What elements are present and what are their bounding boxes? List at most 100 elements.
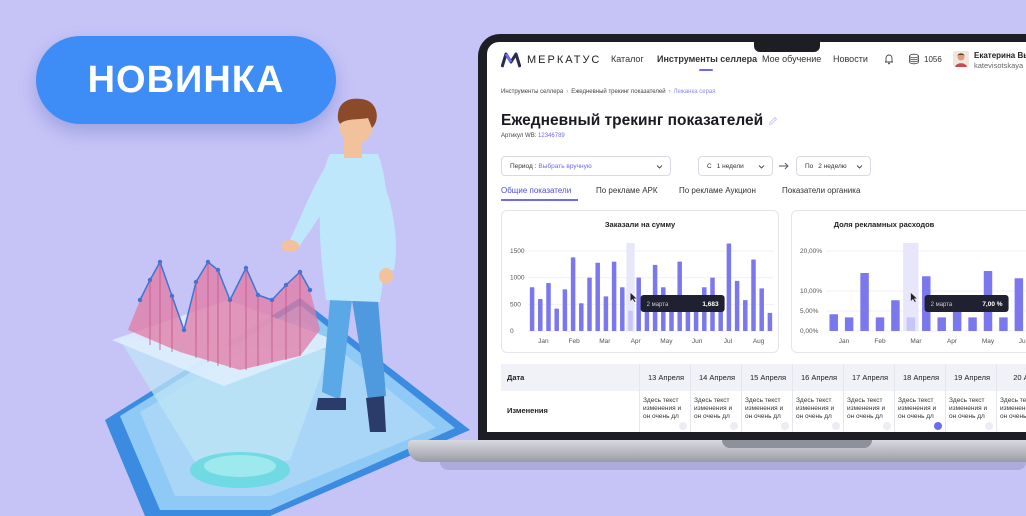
breadcrumb: Инструменты селлера › Ежедневный трекинг п… — [501, 89, 716, 95]
pencil-icon[interactable] — [768, 116, 778, 126]
bar — [968, 317, 977, 331]
to-label: По — [805, 162, 814, 170]
orders-chart-card: Заказали на сумму 0 500 1000 1500 Jan Feb Mar A… — [501, 210, 779, 353]
bar — [628, 310, 633, 331]
period-label: Период : — [510, 162, 537, 170]
x-tick-label: Mar — [910, 338, 922, 345]
x-tick-label: Apr — [947, 338, 958, 345]
tab-organic[interactable]: Показатели органика — [782, 186, 860, 195]
nav-my-learning[interactable]: Мое обучение — [762, 54, 821, 64]
edit-cell-icon[interactable] — [730, 422, 738, 430]
tooltip-label: 2 марта — [931, 302, 953, 308]
nav-active-indicator — [699, 69, 713, 71]
x-tick-label: Feb — [874, 338, 886, 345]
tooltip-value: 7,00 % — [982, 301, 1002, 308]
date-column-header: 15 Апреля — [749, 373, 787, 382]
tooltip-value: 1,683 — [702, 301, 719, 308]
logo[interactable]: МЕРКАТУС — [501, 52, 601, 68]
bar — [562, 289, 568, 331]
tab-apk-ads[interactable]: По рекламе АРК — [596, 186, 658, 195]
bar — [570, 257, 576, 331]
logo-text: МЕРКАТУС — [527, 54, 602, 66]
y-tick-label: 0,00% — [800, 328, 819, 335]
x-tick-label: Jan — [839, 338, 850, 345]
bar — [611, 261, 617, 331]
edit-cell-icon[interactable] — [679, 422, 687, 430]
laptop-shadow — [440, 462, 1026, 470]
bar — [767, 312, 773, 331]
bar — [693, 309, 699, 331]
chevron-down-icon — [856, 165, 863, 169]
edit-cell-icon[interactable] — [883, 422, 891, 430]
chevron-down-icon — [656, 165, 663, 169]
from-value: 1 недели — [716, 162, 744, 170]
bar — [999, 317, 1008, 331]
changes-row-label: Изменения — [507, 406, 548, 415]
bar — [860, 273, 869, 331]
bar — [546, 283, 551, 331]
bar — [554, 308, 559, 331]
bar — [620, 287, 625, 331]
bar — [587, 277, 592, 331]
coins-icon — [909, 53, 919, 65]
avatar[interactable] — [953, 51, 969, 67]
laptop-groove — [722, 440, 872, 448]
y-tick-label: 10,00% — [800, 288, 822, 295]
from-week-select[interactable]: С 1 недели — [698, 156, 773, 176]
y-tick-label: 0 — [510, 328, 514, 335]
date-column-header: 18 Апреля — [902, 373, 940, 382]
date-column-header: 16 Апреля — [800, 373, 838, 382]
bar — [1014, 278, 1024, 331]
tab-active-indicator — [501, 199, 578, 201]
bar — [891, 300, 900, 331]
nav-catalog[interactable]: Каталог — [611, 54, 644, 64]
bar — [937, 317, 946, 331]
x-tick-label: Jun — [1019, 338, 1026, 345]
change-cell-text[interactable]: Здесь текст изменения и он очень дл — [1000, 397, 1026, 429]
bar — [734, 280, 740, 331]
bar — [595, 262, 600, 331]
x-tick-label: Jun — [692, 338, 703, 345]
article-info: Артикул WB: 12346789 — [501, 133, 565, 139]
article-label: Артикул WB: — [501, 133, 537, 139]
x-tick-label: Feb — [569, 338, 581, 345]
breadcrumb-item-tracking[interactable]: Ежедневный трекинг показателей — [571, 89, 665, 95]
edit-cell-icon[interactable] — [934, 422, 942, 430]
nav-seller-tools[interactable]: Инструменты селлера — [657, 54, 757, 64]
bar — [743, 300, 748, 331]
bar — [726, 243, 732, 331]
edit-cell-icon[interactable] — [985, 422, 993, 430]
bar — [875, 317, 885, 331]
laptop-camera-notch — [754, 42, 820, 52]
bar — [529, 287, 535, 331]
edit-cell-icon[interactable] — [832, 422, 840, 430]
y-tick-label: 500 — [510, 301, 521, 308]
bar — [906, 317, 916, 331]
user-login: katevisotskaya — [974, 61, 1024, 70]
bar — [751, 259, 756, 331]
bar — [538, 299, 543, 331]
tooltip-label: 2 марта — [647, 302, 669, 308]
nav-news[interactable]: Новости — [833, 54, 868, 64]
user-name[interactable]: Екатерина Вы — [974, 51, 1026, 60]
period-value: Выбрать вручную — [538, 162, 592, 170]
tab-general[interactable]: Общие показатели — [501, 186, 571, 195]
date-header: Дата — [507, 373, 525, 382]
breadcrumb-item-tools[interactable]: Инструменты селлера — [501, 89, 563, 95]
tab-auction-ads[interactable]: По рекламе Аукцион — [679, 186, 756, 195]
date-column-header: 14 Апреля — [698, 373, 736, 382]
logo-mark-icon — [501, 52, 521, 68]
analytics-illustration — [105, 98, 470, 516]
edit-cell-icon[interactable] — [781, 422, 789, 430]
x-tick-label: May — [982, 338, 995, 345]
y-tick-label: 1000 — [510, 275, 525, 282]
date-column-header: 13 Апреля — [647, 373, 685, 382]
y-tick-label: 20,00% — [800, 248, 822, 255]
period-select[interactable]: Период : Выбрать вручную — [501, 156, 671, 176]
date-column-header: 17 Апреля — [851, 373, 889, 382]
ad-share-bar-chart: 0,00% 5,00% 10,00% 20,00% Jan Feb Mar Apr May Jun… — [800, 243, 1026, 345]
article-value: 12346789 — [538, 133, 565, 139]
to-week-select[interactable]: По 2 неделю — [796, 156, 871, 176]
x-tick-label: Jul — [724, 338, 733, 345]
bell-icon[interactable] — [883, 53, 895, 65]
